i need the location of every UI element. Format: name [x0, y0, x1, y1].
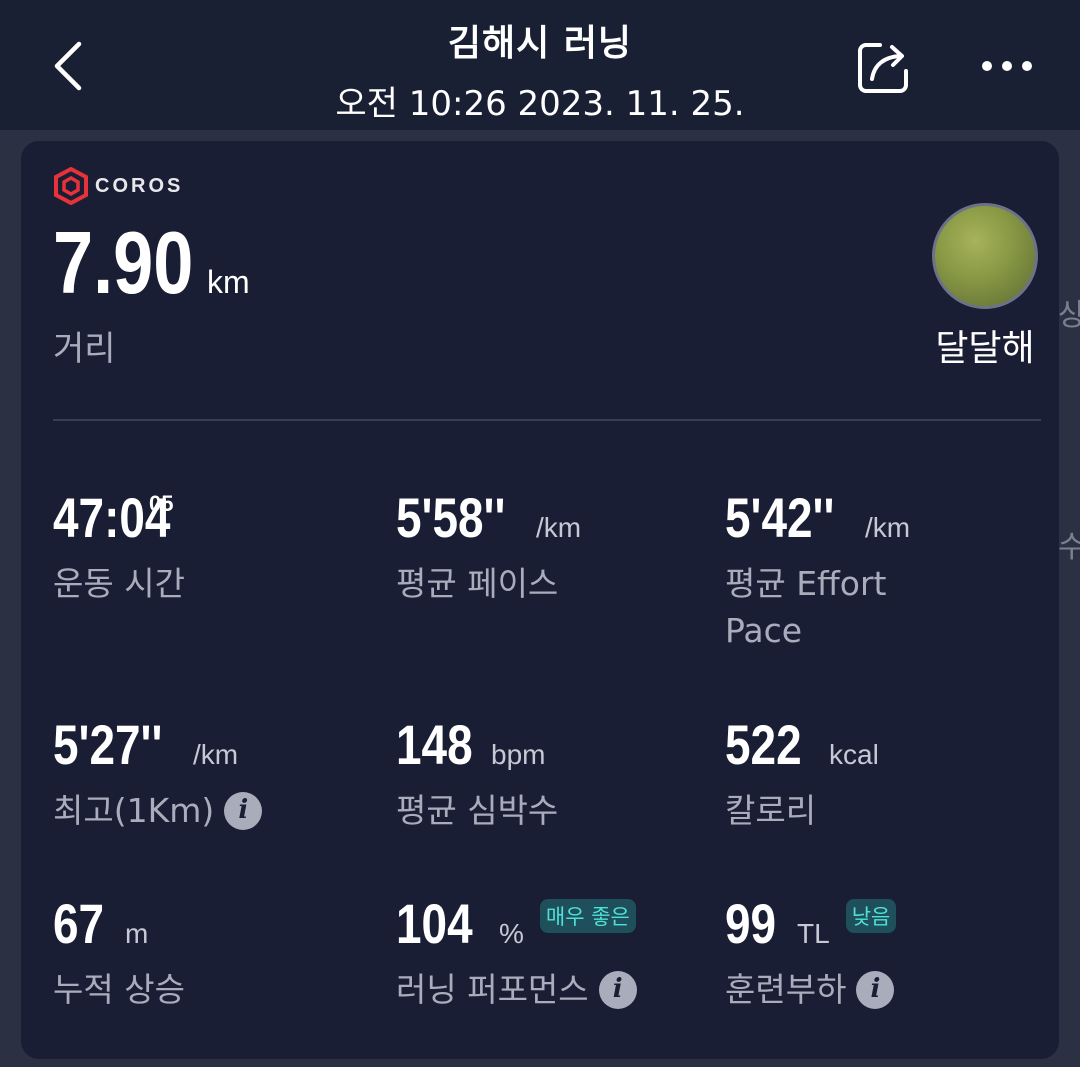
metric-value: 522 — [725, 713, 802, 776]
metric-running-performance: 104 % 매우 좋은 러닝 퍼포먼스 i — [396, 896, 637, 1013]
distance-metric: 7.90 km — [53, 219, 250, 307]
divider — [53, 419, 1041, 421]
metric-unit: /km — [865, 512, 911, 543]
feel-rating[interactable]: 달달해 — [929, 203, 1041, 371]
info-icon[interactable]: i — [598, 970, 637, 1009]
page-title: 김해시 러닝 — [447, 23, 633, 64]
more-button[interactable] — [975, 40, 1039, 92]
brand-name: COROS — [95, 174, 184, 197]
metric-unit: bpm — [491, 739, 546, 770]
metric-elevation-gain: 67 m 누적 상승 — [53, 896, 185, 1013]
status-badge: 낮음 — [845, 899, 897, 933]
metric-training-load: 99 TL 낮음 훈련부하 i — [725, 892, 897, 1013]
metric-unit: m — [125, 918, 149, 949]
metric-label: 누적 상승 — [53, 970, 185, 1009]
metric-value: 5'27'' — [53, 713, 163, 776]
metric-label: 칼로리 — [725, 791, 817, 830]
feel-photo[interactable] — [932, 203, 1038, 309]
metric-best-1km: 5'27'' /km 최고(1Km) i — [53, 713, 263, 834]
feel-label: 달달해 — [935, 328, 1035, 369]
metric-value: 67 — [53, 892, 105, 955]
metric-value: 148 — [396, 713, 473, 776]
share-button[interactable] — [853, 36, 915, 98]
metric-label: 평균 심박수 — [396, 791, 559, 830]
metric-value: 104 — [396, 892, 473, 955]
more-horizontal-icon — [982, 61, 1032, 71]
metric-label: 평균 Effort Pace — [725, 564, 887, 650]
metric-label: 훈련부하 i — [725, 966, 896, 1013]
info-icon[interactable]: i — [856, 970, 895, 1009]
coros-logo-icon — [54, 167, 88, 205]
metric-label: 러닝 퍼포먼스 i — [396, 966, 637, 1013]
distance-label: 거리 — [53, 329, 116, 369]
metric-value: 47:04 — [53, 486, 171, 549]
metric-unit: /km — [536, 512, 582, 543]
metric-value: 99 — [725, 892, 777, 955]
metric-duration: 47:04 05 운동 시간 — [53, 490, 185, 607]
map-label: 상 — [1058, 298, 1080, 333]
activity-summary-card: COROS 7.90 km 거리 달달해 47:04 05 운동 시간 5'58… — [21, 141, 1059, 1059]
metric-value: 5'58'' — [396, 486, 506, 549]
metric-unit: TL — [797, 918, 830, 949]
metric-avg-effort-pace: 5'42'' /km 평균 Effort Pace — [725, 490, 910, 654]
metric-calories: 522 kcal 칼로리 — [725, 717, 879, 834]
metric-label: 운동 시간 — [53, 564, 185, 603]
share-icon — [858, 43, 908, 93]
metric-label: 최고(1Km) i — [53, 787, 263, 834]
metric-unit: /km — [193, 739, 239, 770]
brand-logo: COROS — [53, 167, 183, 205]
metric-avg-pace: 5'58'' /km 평균 페이스 — [396, 490, 581, 607]
metric-value: 5'42'' — [725, 486, 835, 549]
activity-datetime: 오전 10:26 2023. 11. 25. — [335, 84, 745, 124]
metric-label: 평균 페이스 — [396, 564, 559, 603]
info-icon[interactable]: i — [224, 791, 263, 830]
metric-unit: kcal — [829, 739, 879, 770]
status-badge: 매우 좋은 — [539, 899, 636, 933]
distance-unit: km — [207, 264, 250, 300]
metric-avg-heart-rate: 148 bpm 평균 심박수 — [396, 717, 558, 834]
app-header: 김해시 러닝 오전 10:26 2023. 11. 25. — [0, 0, 1080, 130]
metric-unit: % — [499, 918, 524, 949]
metric-value-sup: 05 — [149, 491, 174, 516]
distance-value: 7.90 — [53, 213, 194, 312]
map-label: 수 — [1058, 530, 1080, 565]
